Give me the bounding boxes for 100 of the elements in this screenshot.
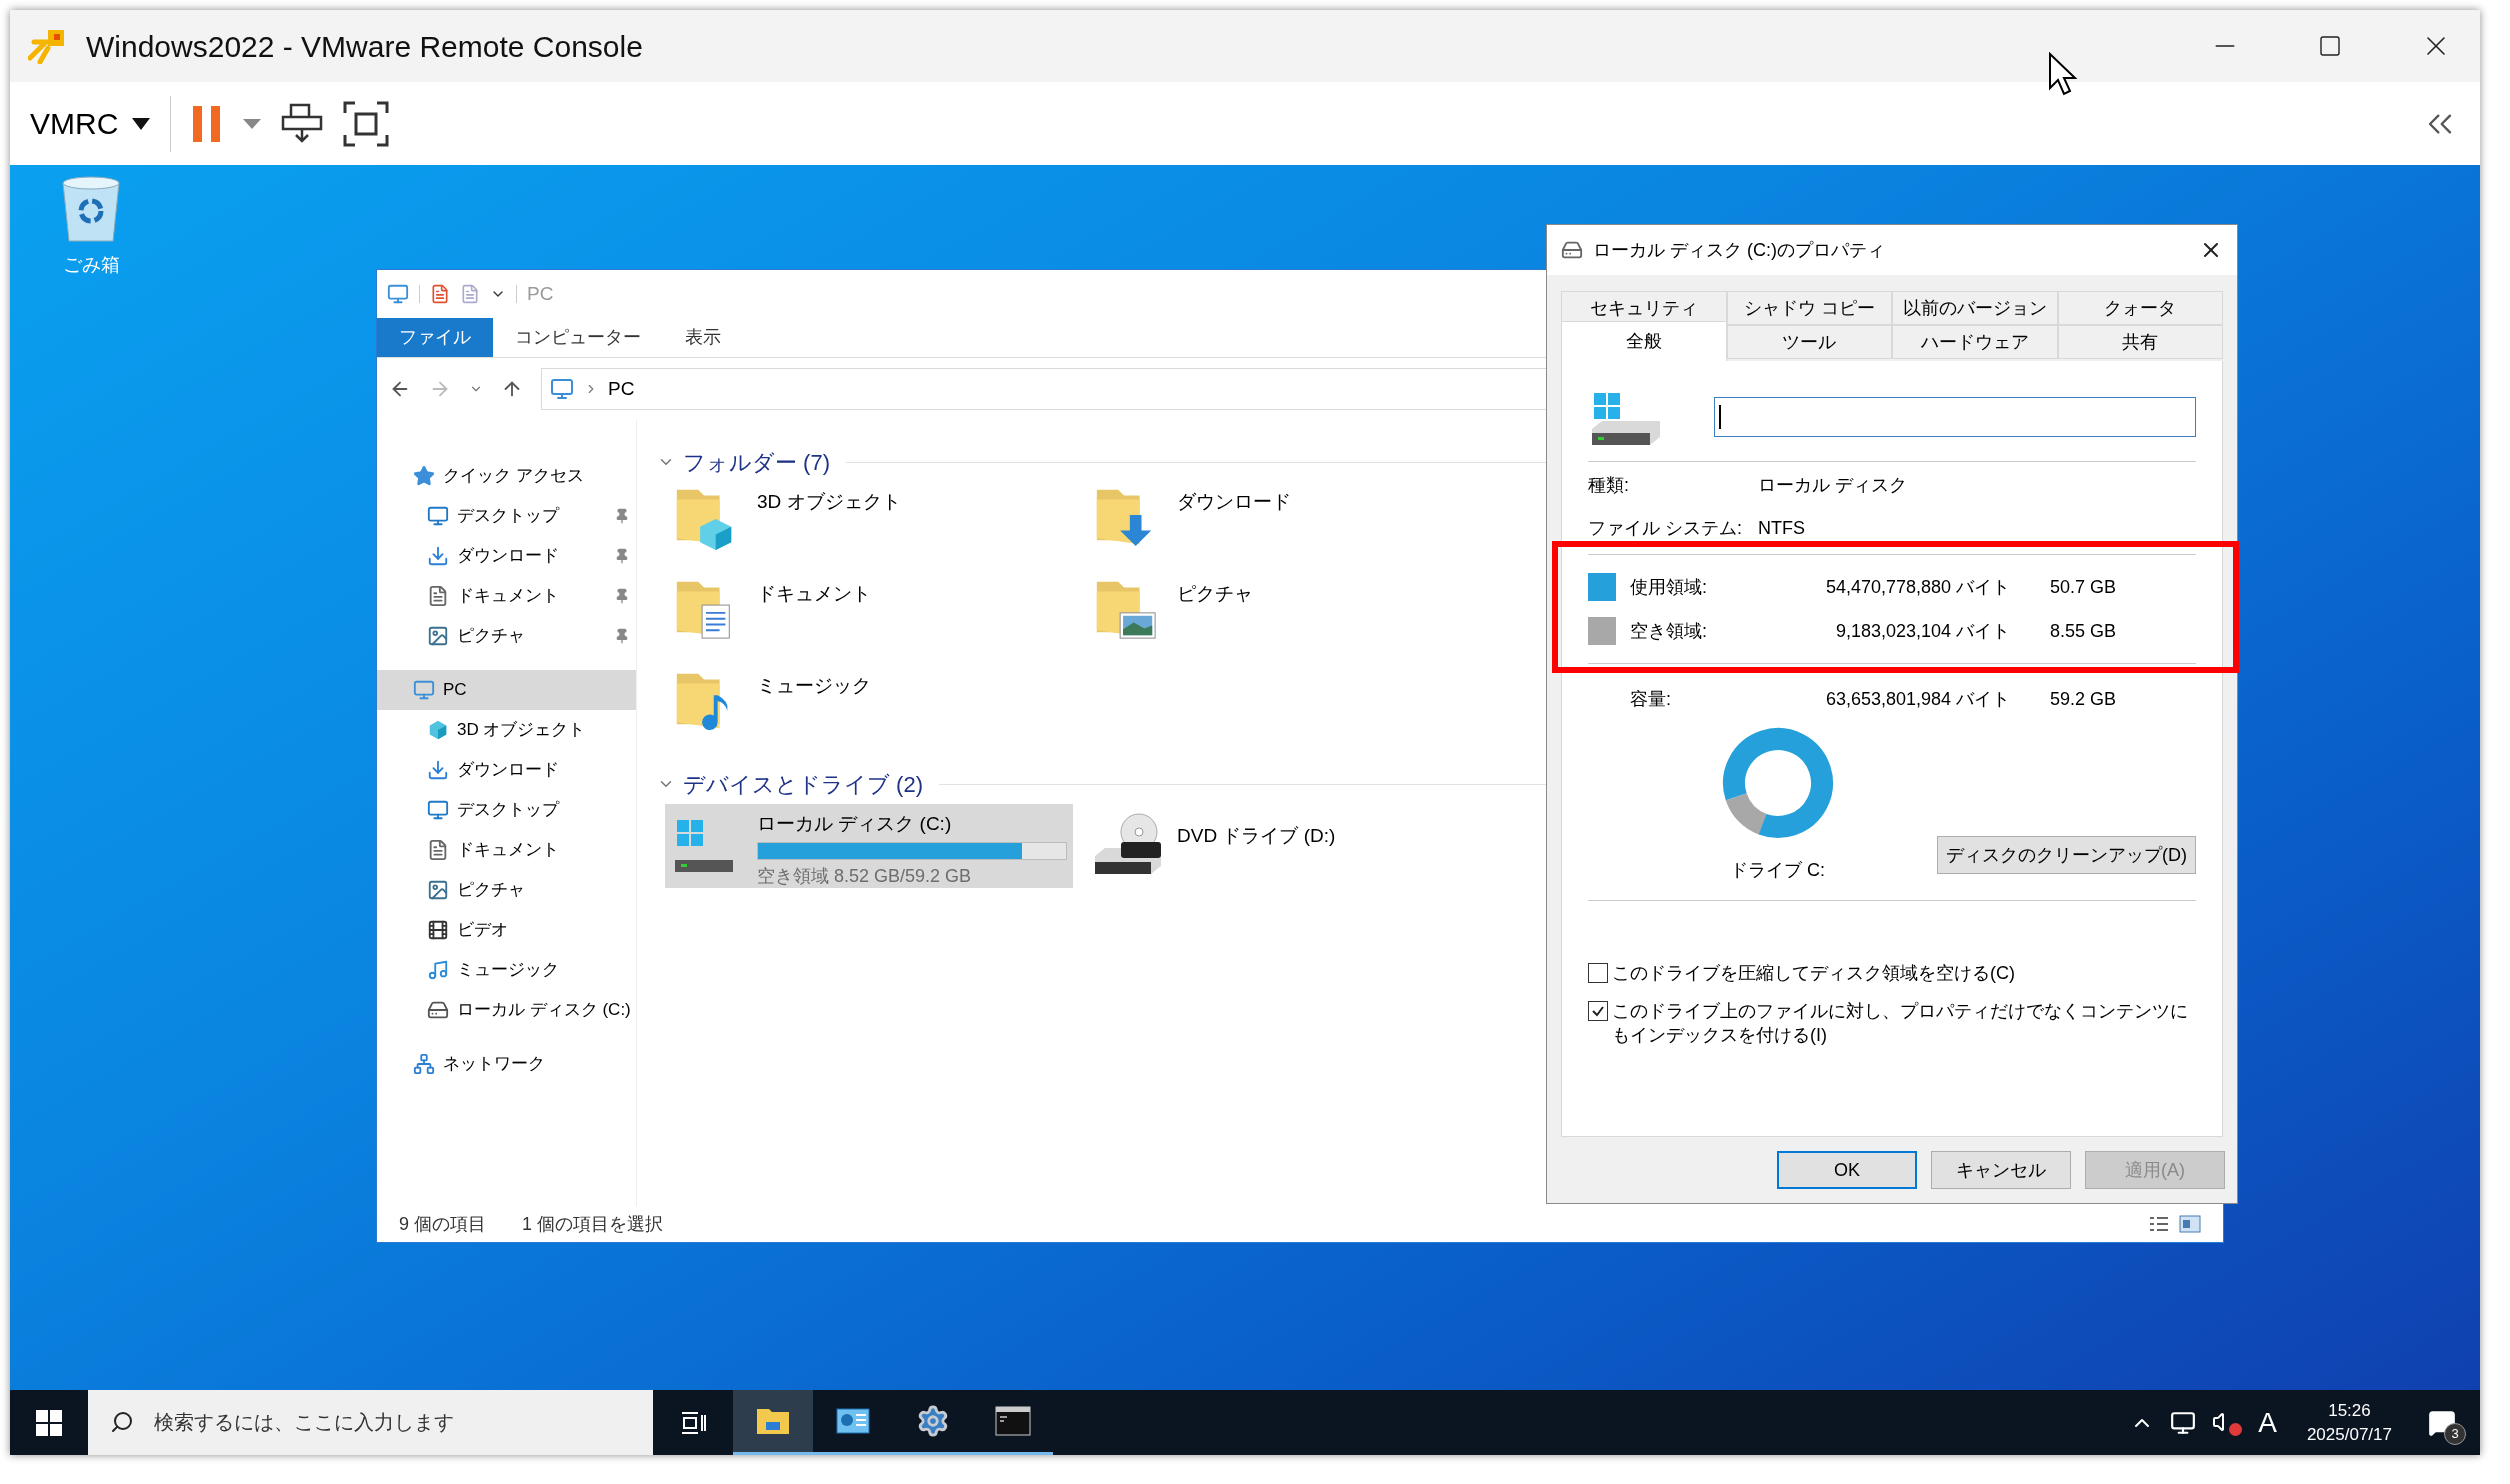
space-bytes: 9,183,023,104 バイト — [1834, 619, 2010, 643]
monitor-icon — [427, 505, 449, 527]
star-icon — [413, 465, 435, 487]
dialog-button[interactable]: OK — [1777, 1151, 1917, 1189]
space-bytes: 54,470,778,880 バイト — [1824, 575, 2010, 599]
status-selection: 1 個の項目を選択 — [522, 1212, 664, 1236]
maximize-icon[interactable] — [2318, 34, 2342, 58]
dialog-tab[interactable]: クォータ — [2057, 291, 2223, 325]
dialog-tab[interactable]: 全般 — [1561, 321, 1727, 361]
dialog-tab[interactable]: 以前のバージョン — [1892, 291, 2058, 325]
monitor-icon — [427, 799, 449, 821]
nav-item[interactable]: 3D オブジェクト — [377, 710, 636, 750]
music-note-icon — [427, 959, 449, 981]
nav-item[interactable]: ダウンロード — [377, 750, 636, 790]
taskbar-app-button[interactable] — [733, 1390, 813, 1455]
nav-item[interactable]: ピクチャ — [377, 870, 636, 910]
capacity-size: 59.2 GB — [2050, 688, 2117, 711]
computer-icon — [413, 679, 435, 701]
drive-tile[interactable]: ローカル ディスク (C:) 空き領域 8.52 GB/59.2 GB — [665, 804, 1073, 888]
property-label: ファイル システム: — [1588, 517, 1743, 540]
nav-item[interactable]: ローカル ディスク (C:) — [377, 990, 636, 1030]
folder-item[interactable]: ミュージック — [665, 666, 1085, 758]
task-view-icon — [680, 1410, 706, 1435]
name-input-field[interactable] — [1714, 397, 2196, 437]
free-space-arc — [1725, 792, 1767, 835]
vmrc-menu-button[interactable]: VMRC — [30, 95, 172, 152]
nav-item[interactable]: PC — [377, 670, 636, 710]
taskbar-search-field[interactable]: 検索するには、ここに入力します — [88, 1390, 653, 1455]
taskbar-clock[interactable]: 15:26 2025/07/17 — [2292, 1398, 2406, 1447]
window-title: PC — [527, 281, 554, 306]
nav-item[interactable]: デスクトップ — [377, 790, 636, 830]
dialog-button[interactable]: キャンセル — [1931, 1151, 2071, 1189]
ribbon-tab[interactable]: コンピューター — [493, 318, 663, 357]
document-icon — [427, 585, 449, 607]
download-arrow-icon — [427, 759, 449, 781]
folder-item[interactable]: 3D オブジェクト — [665, 482, 1085, 574]
search-icon — [110, 1410, 134, 1434]
computer-icon — [387, 283, 409, 305]
dialog-tab[interactable]: ツール — [1726, 325, 1892, 359]
disk-cleanup-button[interactable]: ディスクのクリーンアップ(D) — [1937, 836, 2196, 874]
space-size: 8.55 GB — [2050, 619, 2117, 643]
nav-item[interactable]: ドキュメント — [377, 576, 636, 616]
ribbon-tab[interactable]: 表示 — [663, 318, 743, 357]
folder-item[interactable]: ドキュメント — [665, 574, 1085, 666]
send-keys-icon[interactable] — [281, 102, 324, 145]
property-value: NTFS — [1758, 517, 1806, 540]
nav-item[interactable]: ミュージック — [377, 950, 636, 990]
image-icon — [427, 879, 449, 901]
nav-item[interactable]: ダウンロード — [377, 536, 636, 576]
terminal-icon — [995, 1406, 1031, 1436]
dialog-tab[interactable]: 共有 — [2057, 325, 2223, 359]
computer-icon — [550, 377, 574, 401]
dashboard-icon — [836, 1406, 870, 1436]
capacity-label: 容量: — [1629, 688, 1672, 711]
checkbox-label: このドライブを圧縮してディスク領域を空ける(C) — [1612, 962, 2015, 985]
property-value: ローカル ディスク — [1758, 474, 1908, 497]
drive-icon — [1561, 239, 1583, 261]
space-size: 50.7 GB — [2050, 575, 2117, 599]
details-view-icon[interactable] — [2149, 1216, 2169, 1232]
film-icon — [427, 919, 449, 941]
ime-indicator[interactable]: A — [2258, 1401, 2277, 1444]
nav-item[interactable]: ドキュメント — [377, 830, 636, 870]
dialog-tab[interactable]: シャドウ コピー — [1726, 291, 1892, 325]
nav-item[interactable]: クイック アクセス — [377, 456, 636, 496]
capacity-bytes: 63,653,801,984 バイト — [1824, 688, 2010, 711]
checkbox[interactable] — [1588, 963, 1608, 983]
group-header: フォルダー (7) — [683, 448, 830, 477]
drive-icon — [427, 999, 449, 1021]
recycle-bin-icon — [59, 175, 123, 245]
cube-icon — [427, 719, 449, 741]
download-arrow-icon — [427, 545, 449, 567]
folder-icon — [756, 1406, 790, 1436]
document-icon — [427, 839, 449, 861]
text-caret — [1719, 405, 1721, 429]
space-label: 使用領域: — [1630, 575, 1708, 599]
dialog-title: ローカル ディスク (C:)のプロパティ — [1593, 238, 1886, 262]
nav-item[interactable]: ビデオ — [377, 910, 636, 950]
tiles-view-icon[interactable] — [2179, 1215, 2201, 1233]
drive-tile[interactable]: DVD ドライブ (D:) — [1085, 804, 1493, 888]
caret-icon — [132, 117, 151, 130]
nav-item[interactable]: ピクチャ — [377, 616, 636, 656]
nav-item[interactable]: デスクトップ — [377, 496, 636, 536]
folder-item[interactable]: ダウンロード — [1085, 482, 1505, 574]
status-item-count: 9 個の項目 — [399, 1212, 486, 1236]
window-title: Windows2022 - VMware Remote Console — [86, 28, 644, 65]
group-header: デバイスとドライブ (2) — [683, 770, 923, 799]
space-label: 空き領域: — [1630, 619, 1708, 643]
folder-item[interactable]: ピクチャ — [1085, 574, 1505, 666]
checkmark-icon — [1591, 1004, 1605, 1018]
checkbox[interactable] — [1588, 1001, 1608, 1021]
fullscreen-icon[interactable] — [343, 100, 390, 147]
property-label: 種類: — [1588, 474, 1630, 497]
gear-icon — [916, 1404, 950, 1438]
nav-item[interactable]: ネットワーク — [377, 1044, 636, 1084]
windows-logo-icon — [36, 1409, 62, 1436]
dialog-tab[interactable]: ハードウェア — [1892, 325, 2058, 359]
drive-label: ドライブ C: — [1730, 859, 1825, 882]
checkbox-label: このドライブ上のファイルに対し、プロパティだけでなくコンテンツにもインデックスを付ける(I) — [1612, 1000, 2189, 1047]
ribbon-tab[interactable]: ファイル — [377, 318, 493, 357]
image-icon — [427, 625, 449, 647]
